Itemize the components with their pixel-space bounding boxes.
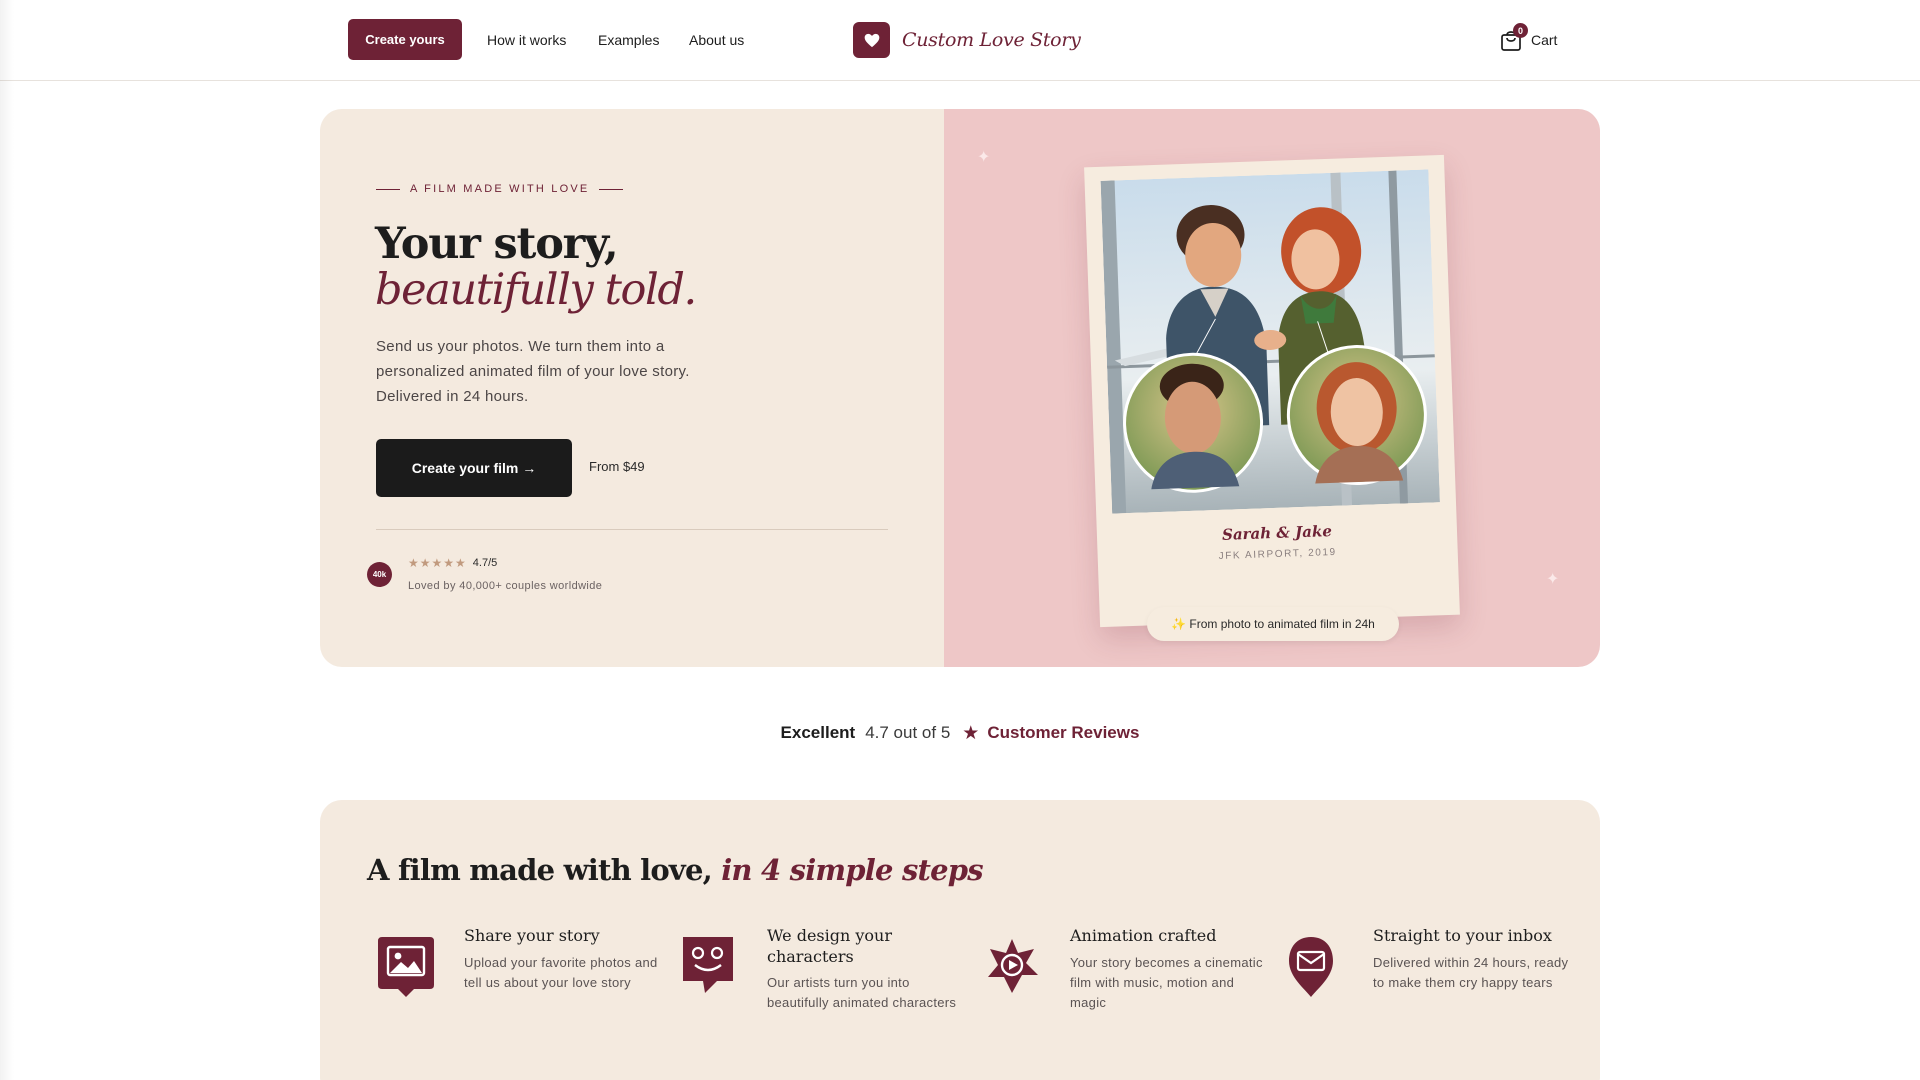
reviews-score: 4.7 out of 5 — [865, 723, 951, 742]
hero-description: Send us your photos. We turn them into a… — [376, 338, 690, 405]
nav-link-about-us[interactable]: About us — [689, 31, 744, 49]
rating-count-badge: 40k — [367, 562, 392, 587]
steps-title-accent: in 4 simple steps — [721, 853, 983, 887]
nav-link-how-it-works[interactable]: How it works — [487, 31, 566, 49]
step-description: Your story becomes a cinematic film with… — [1070, 955, 1263, 1010]
top-nav: Create yours How it works Examples About… — [0, 0, 1920, 81]
step-description: Upload your favorite photos and tell us … — [464, 955, 658, 990]
rating-row: ★★★★★ 4.7/5 — [408, 556, 497, 570]
step-title: Animation crafted — [1070, 926, 1217, 945]
customer-reviews-link[interactable]: Customer Reviews — [987, 723, 1139, 743]
star-rating-icon: ★★★★★ — [408, 556, 467, 570]
hero-eyebrow: A FILM MADE WITH LOVE — [376, 183, 624, 195]
mail-pin-icon — [1287, 935, 1345, 999]
hero-section: A FILM MADE WITH LOVE Your story, beauti… — [320, 109, 1600, 667]
step-description: Delivered within 24 hours, ready to make… — [1373, 955, 1569, 990]
hero-text-panel: A FILM MADE WITH LOVE Your story, beauti… — [320, 109, 944, 667]
brand-logo[interactable]: Custom Love Story — [853, 22, 1081, 58]
delivery-pill: ✨ From photo to animated film in 24h — [1147, 607, 1399, 641]
cart-label: Cart — [1531, 32, 1558, 48]
hero-title: Your story, — [375, 219, 619, 269]
character-face-icon — [681, 935, 739, 999]
shopping-bag-icon: 0 — [1500, 23, 1528, 52]
create-your-film-button[interactable]: Create your film → — [376, 439, 572, 497]
step-title: We design your characters — [767, 926, 892, 966]
film-play-icon — [984, 935, 1042, 999]
eyebrow-text: A FILM MADE WITH LOVE — [410, 183, 590, 195]
hero-title-accent: beautifully told. — [375, 265, 697, 315]
cart-button[interactable]: 0 Cart — [1500, 23, 1558, 56]
sparkle-icon: ✦ — [1546, 571, 1560, 588]
polaroid-card: Sarah & Jake JFK AIRPORT, 2019 — [1084, 154, 1460, 628]
steps-title: A film made with love, in 4 simple steps — [367, 853, 984, 887]
hero-image-panel: ✦ ✦ Sarah & Jake JFK AIRPORT, 2019 ✨ Fro… — [944, 109, 1600, 667]
reviews-label: Excellent — [780, 723, 856, 742]
rating-subtext: Loved by 40,000+ couples worldwide — [408, 580, 603, 592]
star-icon: ★ — [962, 722, 980, 744]
rating-score: 4.7/5 — [472, 557, 498, 569]
heart-icon — [853, 22, 890, 58]
couple-illustration — [1100, 169, 1440, 514]
steps-title-prefix: A film made with love, — [367, 853, 722, 887]
reviews-strip: Excellent 4.7 out of 5 ★ Customer Review… — [0, 722, 1920, 744]
cart-count-badge: 0 — [1513, 23, 1528, 38]
hero-divider — [376, 529, 888, 530]
step-title: Straight to your inbox — [1373, 926, 1552, 945]
nav-link-examples[interactable]: Examples — [598, 31, 659, 49]
photo-upload-icon — [378, 935, 436, 999]
brand-name: Custom Love Story — [902, 29, 1081, 51]
price-note: From $49 — [589, 459, 645, 474]
steps-section: A film made with love, in 4 simple steps… — [320, 800, 1600, 1080]
sparkle-icon: ✦ — [977, 149, 991, 166]
step-title: Share your story — [464, 926, 600, 945]
step-description: Our artists turn you into beautifully an… — [767, 975, 957, 1010]
page-edge-shadow — [0, 0, 14, 1080]
eyebrow-rule-left — [376, 188, 400, 190]
create-yours-button[interactable]: Create yours — [348, 19, 462, 60]
eyebrow-rule-right — [599, 188, 624, 190]
